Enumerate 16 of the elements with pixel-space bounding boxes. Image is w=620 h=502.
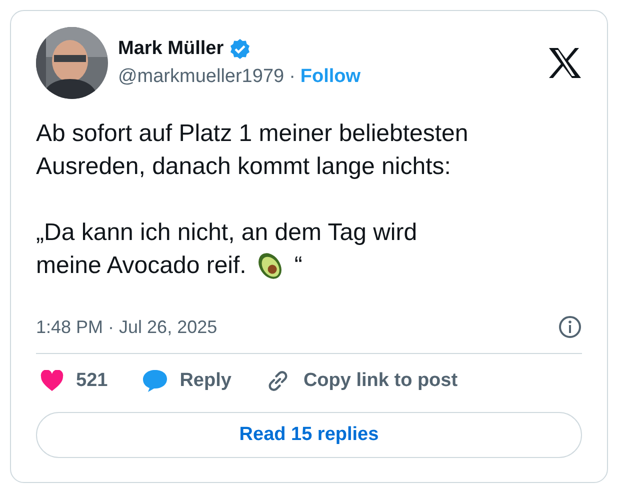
reply-link[interactable]: Reply xyxy=(180,370,232,392)
separator: · xyxy=(289,66,296,88)
quote-text: meine Avocado reif. xyxy=(36,251,246,281)
author-name[interactable]: Mark Müller xyxy=(118,38,224,60)
timestamp[interactable]: 1:48 PM · Jul 26, 2025 xyxy=(36,316,218,338)
heart-icon[interactable] xyxy=(40,370,64,392)
x-logo-icon[interactable] xyxy=(548,47,582,79)
info-icon[interactable] xyxy=(558,315,582,339)
read-replies-button[interactable]: Read 15 replies xyxy=(36,412,582,458)
post-text: Ab sofort auf Platz 1 meiner beliebtesten Ausreden, danach kommt lange nichts: xyxy=(36,119,470,182)
speech-bubble-icon[interactable] xyxy=(142,369,168,393)
like-count[interactable]: 521 xyxy=(76,370,108,392)
quote-text: „Da kann ich nicht, an dem Tag wird xyxy=(36,218,418,248)
author-handle[interactable]: @markmueller1979 xyxy=(118,66,284,88)
copy-link[interactable]: Copy link to post xyxy=(303,370,458,392)
quote-mark: “ xyxy=(294,251,302,281)
